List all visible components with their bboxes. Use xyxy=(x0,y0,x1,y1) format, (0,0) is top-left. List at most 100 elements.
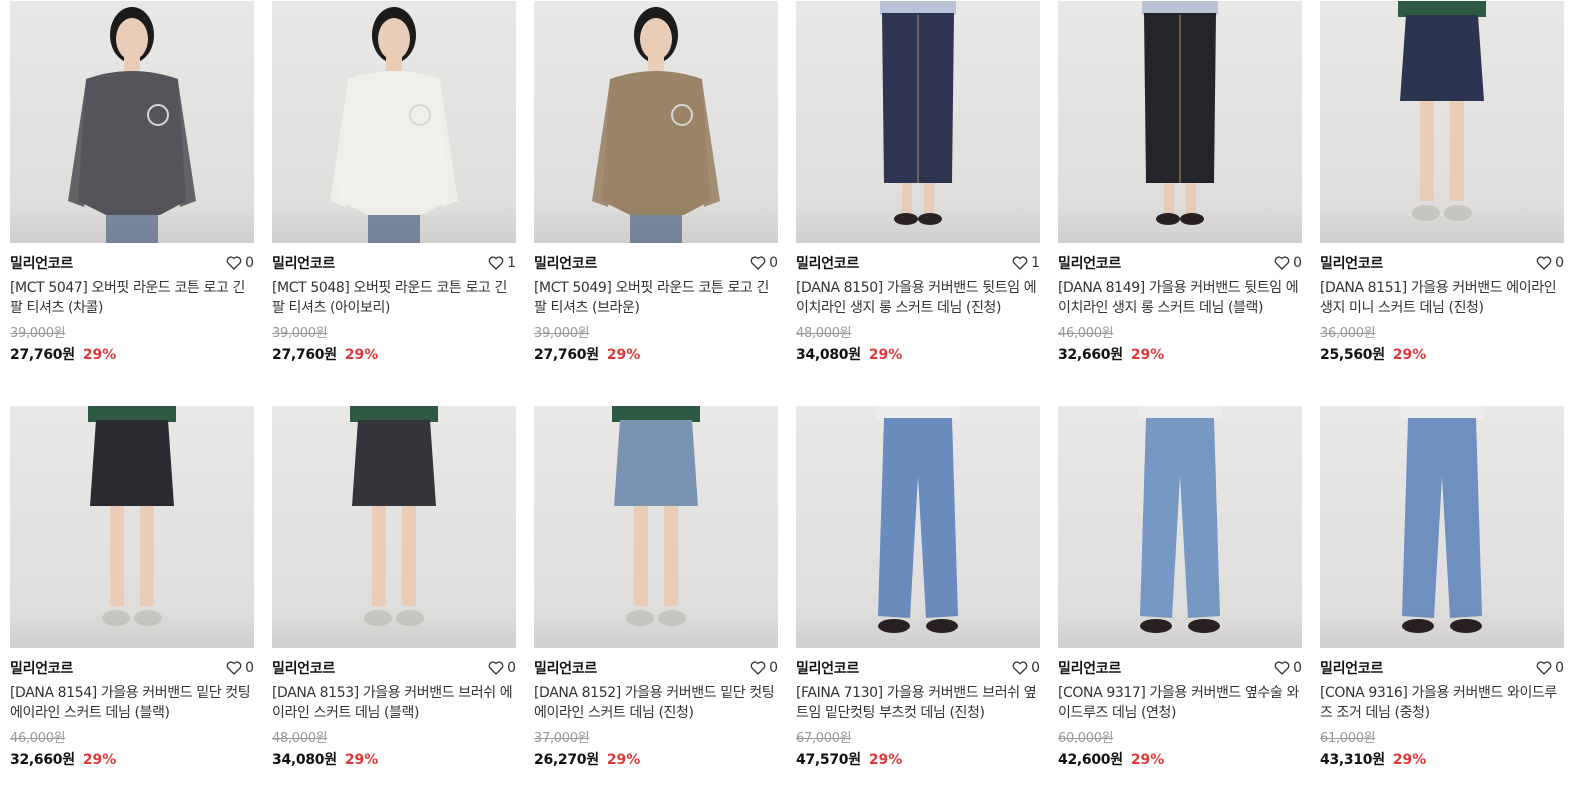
heart-outline-icon[interactable] xyxy=(1536,661,1552,675)
product-image[interactable] xyxy=(10,1,254,243)
product-card[interactable]: 밀리언코르 0 [DANA 8154] 가을용 커버밴드 밑단 컷팅 에이라인 … xyxy=(10,406,254,795)
product-card[interactable]: 밀리언코르 0 [CONA 9317] 가을용 커버밴드 옆수술 와이드루즈 데… xyxy=(1058,406,1302,795)
heart-outline-icon[interactable] xyxy=(226,256,242,270)
brand-name[interactable]: 밀리언코르 xyxy=(10,658,73,678)
product-title[interactable]: [DANA 8151] 가을용 커버밴드 에이라인 생지 미니 스커트 데님 (… xyxy=(1320,278,1564,318)
product-card[interactable]: 밀리언코르 1 [DANA 8150] 가을용 커버밴드 뒷트임 에이치라인 생… xyxy=(796,1,1040,390)
product-image[interactable] xyxy=(1058,406,1302,648)
heart-outline-icon[interactable] xyxy=(1012,661,1028,675)
product-image[interactable] xyxy=(1320,1,1564,243)
product-image[interactable] xyxy=(796,1,1040,243)
sale-price: 27,760원 xyxy=(272,347,337,363)
brand-name[interactable]: 밀리언코르 xyxy=(272,658,335,678)
brand-name[interactable]: 밀리언코르 xyxy=(796,658,859,678)
image-shadow xyxy=(796,203,1040,243)
like-count: 0 xyxy=(1293,255,1302,271)
original-price: 61,000원 xyxy=(1320,731,1376,746)
brand-name[interactable]: 밀리언코르 xyxy=(534,658,597,678)
like-count: 0 xyxy=(1293,660,1302,676)
image-shadow xyxy=(1320,203,1564,243)
heart-outline-icon[interactable] xyxy=(1012,256,1028,270)
product-image[interactable] xyxy=(272,406,516,648)
product-title[interactable]: [MCT 5047] 오버핏 라운드 코튼 로고 긴팔 티셔츠 (차콜) xyxy=(10,278,254,318)
like-button[interactable]: 0 xyxy=(1012,660,1040,676)
product-title[interactable]: [DANA 8154] 가을용 커버밴드 밑단 컷팅 에이라인 스커트 데님 (… xyxy=(10,683,254,723)
heart-outline-icon[interactable] xyxy=(750,256,766,270)
product-image[interactable] xyxy=(10,406,254,648)
product-title[interactable]: [FAINA 7130] 가을용 커버밴드 브러쉬 옆트임 밑단컷팅 부츠컷 데… xyxy=(796,683,1040,723)
brand-name[interactable]: 밀리언코르 xyxy=(10,253,73,273)
brand-name[interactable]: 밀리언코르 xyxy=(1320,253,1383,273)
discount-rate: 29% xyxy=(868,752,903,768)
product-image[interactable] xyxy=(796,406,1040,648)
sale-price: 27,760원 xyxy=(10,347,75,363)
sale-price: 34,080원 xyxy=(796,347,861,363)
product-card[interactable]: 밀리언코르 1 [MCT 5048] 오버핏 라운드 코튼 로고 긴팔 티셔츠 … xyxy=(272,1,516,390)
price-row: 27,760원 29% xyxy=(272,344,516,364)
brand-name[interactable]: 밀리언코르 xyxy=(1058,658,1121,678)
like-button[interactable]: 0 xyxy=(226,255,254,271)
original-price: 60,000원 xyxy=(1058,731,1114,746)
like-button[interactable]: 0 xyxy=(1274,660,1302,676)
brand-name[interactable]: 밀리언코르 xyxy=(796,253,859,273)
sale-price: 32,660원 xyxy=(1058,347,1123,363)
like-button[interactable]: 0 xyxy=(750,660,778,676)
product-card[interactable]: 밀리언코르 0 [DANA 8153] 가을용 커버밴드 브러쉬 에이라인 스커… xyxy=(272,406,516,795)
product-title[interactable]: [DANA 8153] 가을용 커버밴드 브러쉬 에이라인 스커트 데님 (블랙… xyxy=(272,683,516,723)
like-button[interactable]: 0 xyxy=(1274,255,1302,271)
product-title[interactable]: [DANA 8150] 가을용 커버밴드 뒷트임 에이치라인 생지 롱 스커트 … xyxy=(796,278,1040,318)
brand-name[interactable]: 밀리언코르 xyxy=(272,253,335,273)
discount-rate: 29% xyxy=(1130,347,1165,363)
product-title[interactable]: [CONA 9317] 가을용 커버밴드 옆수술 와이드루즈 데님 (연청) xyxy=(1058,683,1302,723)
like-button[interactable]: 0 xyxy=(226,660,254,676)
heart-outline-icon[interactable] xyxy=(226,661,242,675)
product-card[interactable]: 밀리언코르 0 [MCT 5049] 오버핏 라운드 코튼 로고 긴팔 티셔츠 … xyxy=(534,1,778,390)
like-button[interactable]: 0 xyxy=(1536,255,1564,271)
product-card[interactable]: 밀리언코르 0 [FAINA 7130] 가을용 커버밴드 브러쉬 옆트임 밑단… xyxy=(796,406,1040,795)
image-shadow xyxy=(10,608,254,648)
heart-outline-icon[interactable] xyxy=(750,661,766,675)
discount-rate: 29% xyxy=(344,752,379,768)
product-card[interactable]: 밀리언코르 0 [MCT 5047] 오버핏 라운드 코튼 로고 긴팔 티셔츠 … xyxy=(10,1,254,390)
product-title[interactable]: [DANA 8149] 가을용 커버밴드 뒷트임 에이치라인 생지 롱 스커트 … xyxy=(1058,278,1302,318)
product-title[interactable]: [MCT 5048] 오버핏 라운드 코튼 로고 긴팔 티셔츠 (아이보리) xyxy=(272,278,516,318)
brand-name[interactable]: 밀리언코르 xyxy=(534,253,597,273)
like-button[interactable]: 0 xyxy=(1536,660,1564,676)
product-card[interactable]: 밀리언코르 0 [DANA 8149] 가을용 커버밴드 뒷트임 에이치라인 생… xyxy=(1058,1,1302,390)
product-image[interactable] xyxy=(1320,406,1564,648)
like-count: 1 xyxy=(1031,255,1040,271)
original-price: 39,000원 xyxy=(272,326,328,341)
product-image[interactable] xyxy=(534,1,778,243)
product-image[interactable] xyxy=(272,1,516,243)
original-price: 46,000원 xyxy=(10,731,66,746)
heart-outline-icon[interactable] xyxy=(1274,256,1290,270)
product-image[interactable] xyxy=(1058,1,1302,243)
product-card[interactable]: 밀리언코르 0 [CONA 9316] 가을용 커버밴드 와이드루즈 조거 데님… xyxy=(1320,406,1564,795)
product-title[interactable]: [CONA 9316] 가을용 커버밴드 와이드루즈 조거 데님 (중청) xyxy=(1320,683,1564,723)
brand-name[interactable]: 밀리언코르 xyxy=(1320,658,1383,678)
brand-name[interactable]: 밀리언코르 xyxy=(1058,253,1121,273)
product-title[interactable]: [MCT 5049] 오버핏 라운드 코튼 로고 긴팔 티셔츠 (브라운) xyxy=(534,278,778,318)
product-image[interactable] xyxy=(534,406,778,648)
price-row: 47,570원 29% xyxy=(796,749,1040,769)
like-button[interactable]: 0 xyxy=(488,660,516,676)
like-button[interactable]: 1 xyxy=(1012,255,1040,271)
original-price: 37,000원 xyxy=(534,731,590,746)
heart-outline-icon[interactable] xyxy=(1536,256,1552,270)
heart-outline-icon[interactable] xyxy=(1274,661,1290,675)
image-shadow xyxy=(1058,203,1302,243)
like-button[interactable]: 0 xyxy=(750,255,778,271)
original-price: 39,000원 xyxy=(10,326,66,341)
product-card[interactable]: 밀리언코르 0 [DANA 8151] 가을용 커버밴드 에이라인 생지 미니 … xyxy=(1320,1,1564,390)
price-row: 27,760원 29% xyxy=(10,344,254,364)
heart-outline-icon[interactable] xyxy=(488,256,504,270)
heart-outline-icon[interactable] xyxy=(488,661,504,675)
product-meta-row: 밀리언코르 0 xyxy=(10,254,254,272)
like-button[interactable]: 1 xyxy=(488,255,516,271)
product-card[interactable]: 밀리언코르 0 [DANA 8152] 가을용 커버밴드 밑단 컷팅 에이라인 … xyxy=(534,406,778,795)
discount-rate: 29% xyxy=(868,347,903,363)
like-count: 0 xyxy=(245,255,254,271)
product-title[interactable]: [DANA 8152] 가을용 커버밴드 밑단 컷팅 에이라인 스커트 데님 (… xyxy=(534,683,778,723)
like-count: 1 xyxy=(507,255,516,271)
sale-price: 25,560원 xyxy=(1320,347,1385,363)
